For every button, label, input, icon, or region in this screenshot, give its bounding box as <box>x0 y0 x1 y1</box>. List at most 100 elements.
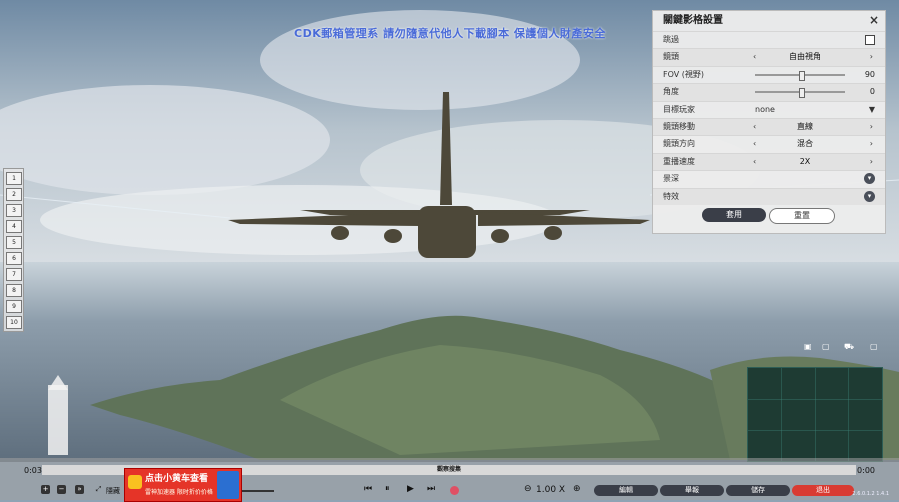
speed-next-icon[interactable]: › <box>870 154 873 170</box>
cam-dir-next-icon[interactable]: › <box>870 136 873 152</box>
camera-icon[interactable]: ▣ <box>804 342 812 351</box>
report-button[interactable]: 舉報 <box>660 485 724 496</box>
cart-icon <box>128 475 142 489</box>
skip-back-icon[interactable]: ⏮ <box>364 484 372 496</box>
camera-prev-icon[interactable]: ‹ <box>753 49 756 65</box>
skip-forward-icon[interactable]: ⏭ <box>427 484 435 496</box>
row-cam-dir: 鏡頭方向 ‹ 混合 › <box>653 135 885 152</box>
fov-value: 90 <box>864 69 875 79</box>
panel-header: 關鍵影格設置 × <box>653 11 885 31</box>
row-angle: 角度 0 <box>653 83 885 101</box>
row-speed: 重播速度 ‹ 2X › <box>653 152 885 171</box>
keyframe-button-4[interactable]: 4 <box>6 220 22 233</box>
minus-keyframe-icon[interactable]: − <box>57 485 66 494</box>
cam-move-value: 直線 <box>797 121 813 131</box>
minimap[interactable] <box>747 367 883 462</box>
minimap-gridline <box>748 430 882 431</box>
record-icon[interactable] <box>450 486 459 495</box>
reset-button[interactable]: 重置 <box>769 208 835 224</box>
keyframe-button-7[interactable]: 7 <box>6 268 22 281</box>
warning-banner: CDK郵箱管理系 請勿隨意代他人下載腳本 保護個人財產安全 <box>294 27 606 40</box>
apply-button[interactable]: 套用 <box>702 208 766 222</box>
row-target[interactable]: 目標玩家 none ▼ <box>653 100 885 118</box>
effects-expand-icon[interactable]: ▾ <box>864 190 875 202</box>
close-icon[interactable]: × <box>867 13 881 27</box>
ad-subtitle: 雷神加速器 限时折价价格 <box>145 489 213 496</box>
hide-label[interactable]: 隱藏 <box>106 486 120 498</box>
dof-expand-icon[interactable]: ▾ <box>864 173 875 185</box>
angle-slider[interactable] <box>755 88 845 99</box>
rate-down-icon[interactable]: ⊖ <box>524 484 532 496</box>
effects-label: 特效 <box>663 191 679 201</box>
rate-value: 1.00 <box>536 485 557 495</box>
row-effects[interactable]: 特效 ▾ <box>653 187 885 205</box>
angle-value: 0 <box>869 87 875 97</box>
cam-dir-prev-icon[interactable]: ‹ <box>753 136 756 152</box>
fov-slider-knob[interactable] <box>799 70 805 81</box>
keyframe-button-8[interactable]: 8 <box>6 284 22 297</box>
settings-rows: 跳過 鏡頭 ‹ 自由視角 › FOV (視野) 90 角度 0 目標玩家 non… <box>653 31 885 205</box>
panel-buttons: 套用 重置 <box>653 208 885 224</box>
angle-slider-knob[interactable] <box>799 88 805 99</box>
time-end: 0:00 <box>857 466 875 475</box>
pause-icon[interactable]: ⏸ <box>385 484 390 496</box>
panel-title: 關鍵影格設置 <box>663 15 723 26</box>
version-text: 2.6.0.1.2 1.4.1 <box>852 491 889 497</box>
angle-label: 角度 <box>663 87 679 97</box>
fov-label: FOV (視野) <box>663 69 705 79</box>
rate-unit: X <box>558 485 566 495</box>
fov-slider[interactable] <box>755 70 845 81</box>
edit-button[interactable]: 編輯 <box>594 485 658 496</box>
add-keyframe-icon[interactable]: + <box>41 485 50 494</box>
row-skip: 跳過 <box>653 31 885 48</box>
altitude-plane-icon <box>48 375 68 455</box>
keyframe-settings-panel: 關鍵影格設置 × 跳過 鏡頭 ‹ 自由視角 › FOV (視野) 90 角度 0… <box>652 10 886 234</box>
keyframe-button-5[interactable]: 5 <box>6 236 22 249</box>
minimap-gridline <box>848 368 849 461</box>
keyframe-button-2[interactable]: 2 <box>6 188 22 201</box>
row-camera: 鏡頭 ‹ 自由視角 › <box>653 48 885 66</box>
minimap-gridline <box>781 368 782 461</box>
row-fov: FOV (視野) 90 <box>653 65 885 83</box>
cam-dir-value: 混合 <box>797 139 813 149</box>
keyframe-button-9[interactable]: 9 <box>6 300 22 313</box>
cam-move-prev-icon[interactable]: ‹ <box>753 119 756 135</box>
keyframe-button-1[interactable]: 1 <box>6 172 22 185</box>
speed-value: 2X <box>799 156 811 166</box>
keyframe-button-6[interactable]: 6 <box>6 252 22 265</box>
play-icon[interactable]: ▶ <box>407 484 414 496</box>
volume-slider[interactable] <box>240 490 274 492</box>
speed-label: 重播速度 <box>663 156 695 166</box>
exit-button[interactable]: 退出 <box>792 485 854 496</box>
ad-avatar <box>217 471 239 499</box>
skip-icon[interactable]: » <box>75 485 84 494</box>
toggle-icon[interactable]: ▢ <box>822 342 830 351</box>
rate-up-icon[interactable]: ⊕ <box>573 484 581 496</box>
car-icon[interactable]: ⛟ <box>844 342 854 352</box>
hide-icon[interactable]: ⤢ <box>94 485 103 494</box>
camera-label: 鏡頭 <box>663 52 679 62</box>
speed-prev-icon[interactable]: ‹ <box>753 154 756 170</box>
target-label: 目標玩家 <box>663 104 695 114</box>
cam-move-next-icon[interactable]: › <box>870 119 873 135</box>
ad-title: 点击小黄车查看 <box>145 474 209 484</box>
cam-dir-label: 鏡頭方向 <box>663 139 695 149</box>
camera-next-icon[interactable]: › <box>870 49 873 65</box>
playback-rate: 1.00 X <box>536 485 565 495</box>
camera-value: 自由視角 <box>789 52 821 62</box>
cam-move-label: 鏡頭移動 <box>663 121 695 131</box>
chevron-down-icon[interactable]: ▼ <box>869 102 875 118</box>
row-cam-move: 鏡頭移動 ‹ 直線 › <box>653 117 885 136</box>
keyframe-button-3[interactable]: 3 <box>6 204 22 217</box>
row-dof[interactable]: 景深 ▾ <box>653 170 885 187</box>
skip-checkbox[interactable] <box>865 35 875 45</box>
ad-banner[interactable]: 点击小黄车查看 雷神加速器 限时折价价格 <box>124 468 242 502</box>
dof-label: 景深 <box>663 174 679 184</box>
target-value: none <box>755 104 775 114</box>
time-start: 0:03 <box>24 466 42 475</box>
keyframe-number-bar: 1 2 3 4 5 6 7 8 9 10 <box>3 168 24 332</box>
expand-icon[interactable]: ▢ <box>870 342 878 351</box>
minimap-gridline <box>815 368 816 461</box>
save-button[interactable]: 儲存 <box>726 485 790 496</box>
keyframe-button-10[interactable]: 10 <box>6 316 22 329</box>
